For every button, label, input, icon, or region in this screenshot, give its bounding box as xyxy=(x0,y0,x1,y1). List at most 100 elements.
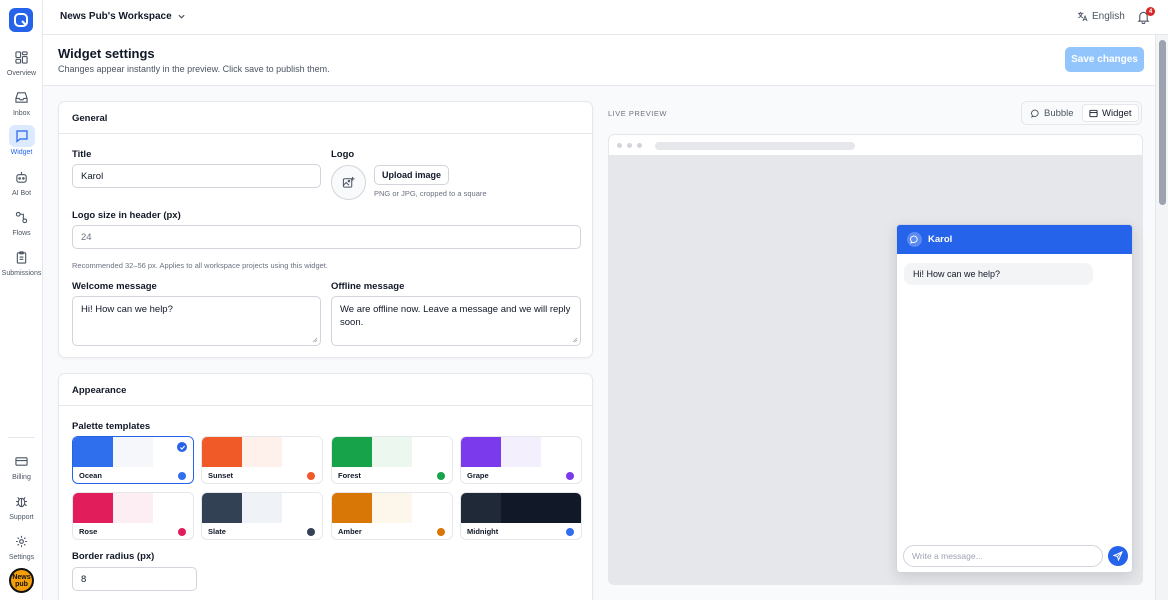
sidebar-item-submissions[interactable]: Submissions xyxy=(0,246,43,277)
browser-dot xyxy=(617,143,622,148)
palette-name: Amber xyxy=(338,527,362,536)
palette-forest[interactable]: Forest xyxy=(331,436,453,484)
workspace-switcher[interactable]: News Pub's Workspace xyxy=(60,11,186,22)
window-icon xyxy=(1089,109,1098,117)
border-radius-label: Border radius (px) xyxy=(72,551,155,562)
card-header: General xyxy=(59,102,592,134)
translate-icon xyxy=(1077,11,1088,22)
sidebar: Overview Inbox Widget AI Bot Flows Submi… xyxy=(0,0,43,600)
palette-dot xyxy=(178,528,186,536)
logo-upload-placeholder[interactable] xyxy=(331,165,366,200)
sidebar-item-settings[interactable]: Settings xyxy=(0,530,43,561)
palette-grape[interactable]: Grape xyxy=(460,436,582,484)
sidebar-divider xyxy=(8,437,35,438)
sidebar-item-flows[interactable]: Flows xyxy=(0,206,43,237)
widget-message-input[interactable]: Write a message... xyxy=(903,545,1103,567)
border-radius-input[interactable]: 8 xyxy=(72,567,197,591)
avatar-text-line1: News xyxy=(12,573,31,581)
browser-dot xyxy=(627,143,632,148)
palette-sunset[interactable]: Sunset xyxy=(201,436,323,484)
palette-dot xyxy=(437,472,445,480)
sidebar-item-billing[interactable]: Billing xyxy=(0,450,43,481)
palette-dot xyxy=(437,528,445,536)
chat-bubble-icon xyxy=(907,232,922,247)
browser-bar xyxy=(609,135,1142,156)
resize-grip-icon[interactable] xyxy=(312,337,318,343)
palette-ocean[interactable]: Ocean xyxy=(72,436,194,484)
sidebar-item-label: Billing xyxy=(12,474,31,481)
palette-name: Forest xyxy=(338,471,361,480)
widget-title: Karol xyxy=(928,234,953,245)
notification-badge: 4 xyxy=(1146,7,1155,16)
sidebar-item-overview[interactable]: Overview xyxy=(0,46,43,77)
language-selector[interactable]: English xyxy=(1077,11,1125,22)
live-preview-label: LIVE PREVIEW xyxy=(608,109,667,118)
logo-size-label: Logo size in header (px) xyxy=(72,210,181,221)
sidebar-item-ai-bot[interactable]: AI Bot xyxy=(0,166,43,197)
browser-url-placeholder xyxy=(655,142,855,150)
palette-name: Sunset xyxy=(208,471,234,480)
avatar[interactable]: News pub xyxy=(9,568,34,593)
top-bar: News Pub's Workspace English 4 xyxy=(43,0,1168,35)
resize-grip-icon[interactable] xyxy=(572,337,578,343)
offline-message-textarea[interactable]: We are offline now. Leave a message and … xyxy=(331,296,581,346)
chat-widget-preview: Karol Hi! How can we help? Write a messa… xyxy=(896,224,1133,573)
upload-image-button[interactable]: Upload image xyxy=(374,165,449,185)
sidebar-item-widget[interactable]: Widget xyxy=(0,125,43,156)
grid-icon xyxy=(15,50,28,64)
sidebar-item-label: Inbox xyxy=(12,110,31,117)
palette-dot xyxy=(566,528,574,536)
palette-rose[interactable]: Rose xyxy=(72,492,194,540)
palette-name: Ocean xyxy=(79,471,102,480)
logo-hint: PNG or JPG, cropped to a square xyxy=(374,189,487,198)
page-subtitle: Changes appear instantly in the preview.… xyxy=(58,64,330,74)
offline-message-text: We are offline now. Leave a message and … xyxy=(340,304,571,328)
card-header: Appearance xyxy=(59,374,592,406)
avatar-text-line2: pub xyxy=(15,580,28,588)
widget-welcome-message: Hi! How can we help? xyxy=(904,263,1093,285)
sidebar-item-label: AI Bot xyxy=(11,190,32,197)
welcome-message-label: Welcome message xyxy=(72,281,157,292)
bug-icon xyxy=(15,496,28,507)
widget-toggle-button[interactable]: Widget xyxy=(1082,104,1139,122)
bubble-toggle-button[interactable]: Bubble xyxy=(1025,104,1080,122)
widget-send-button[interactable] xyxy=(1108,546,1128,566)
clipboard-icon xyxy=(16,250,27,264)
app-logo[interactable] xyxy=(9,8,33,32)
chat-bubble-icon xyxy=(1031,109,1039,118)
welcome-message-textarea[interactable]: Hi! How can we help? xyxy=(72,296,321,346)
palette-slate[interactable]: Slate xyxy=(201,492,323,540)
palette-amber[interactable]: Amber xyxy=(331,492,453,540)
sidebar-item-label: Flows xyxy=(12,230,31,237)
sidebar-item-label: Widget xyxy=(10,149,33,156)
sidebar-item-support[interactable]: Support xyxy=(0,490,43,521)
palette-midnight[interactable]: Midnight xyxy=(460,492,582,540)
page-header: Widget settings Changes appear instantly… xyxy=(43,35,1155,86)
scrollbar-thumb[interactable] xyxy=(1159,40,1166,205)
palette-name: Midnight xyxy=(467,527,499,536)
palette-name: Rose xyxy=(79,527,98,536)
workspace-name: News Pub's Workspace xyxy=(60,11,172,22)
palette-dot xyxy=(566,472,574,480)
card-title: General xyxy=(72,113,108,124)
title-input[interactable]: Karol xyxy=(72,164,321,188)
sidebar-item-inbox[interactable]: Inbox xyxy=(0,86,43,117)
sidebar-item-label: Support xyxy=(9,514,34,521)
page-scrollbar[interactable] xyxy=(1155,35,1168,600)
save-changes-button[interactable]: Save changes xyxy=(1065,47,1144,72)
card-title: Appearance xyxy=(72,385,127,396)
welcome-message-text: Hi! How can we help? xyxy=(81,304,173,315)
general-card: General Title Karol Logo Upload image PN… xyxy=(58,101,593,358)
image-add-icon xyxy=(342,176,355,188)
preview-mode-toggle: Bubble Widget xyxy=(1021,101,1142,125)
sidebar-item-label: Submissions xyxy=(1,270,42,277)
main-content: General Title Karol Logo Upload image PN… xyxy=(43,86,1155,600)
logo-size-input[interactable]: 24 xyxy=(72,225,581,249)
palette-dot xyxy=(307,472,315,480)
gear-icon xyxy=(15,535,28,547)
robot-icon xyxy=(16,171,27,183)
notifications-button[interactable]: 4 xyxy=(1137,7,1155,26)
sidebar-item-label: Settings xyxy=(8,554,35,561)
palette-name: Slate xyxy=(208,527,226,536)
browser-dot xyxy=(637,143,642,148)
